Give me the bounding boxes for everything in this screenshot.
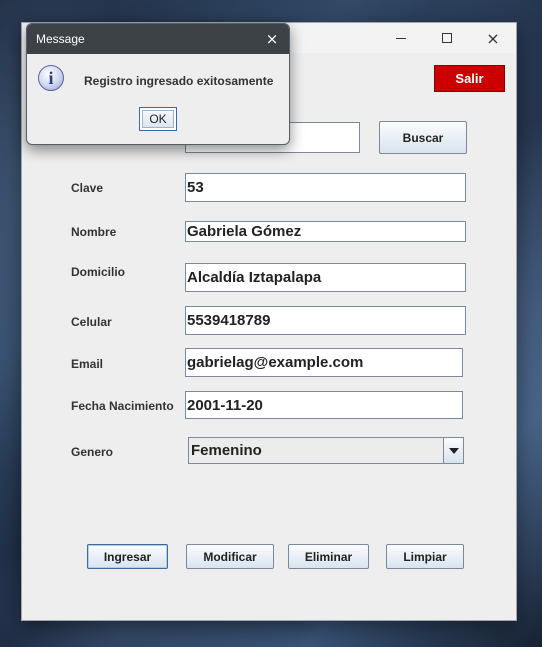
modificar-button[interactable]: Modificar	[186, 544, 274, 569]
celular-field[interactable]: 5539418789	[185, 306, 466, 335]
celular-label: Celular	[71, 315, 112, 329]
dialog-close-button[interactable]: ×	[263, 30, 281, 48]
domicilio-label: Domicilio	[71, 265, 126, 279]
buscar-button[interactable]: Buscar	[379, 121, 467, 154]
limpiar-button[interactable]: Limpiar	[386, 544, 464, 569]
minimize-button[interactable]	[378, 23, 424, 53]
close-button[interactable]: ×	[470, 23, 516, 53]
genero-select[interactable]: Femenino	[188, 437, 464, 464]
maximize-button[interactable]	[424, 23, 470, 53]
eliminar-button[interactable]: Eliminar	[288, 544, 369, 569]
ingresar-button[interactable]: Ingresar	[87, 544, 168, 569]
clave-field[interactable]: 53	[185, 173, 466, 202]
genero-selected-value: Femenino	[191, 442, 262, 459]
dialog-title: Message	[36, 32, 85, 46]
dialog-titlebar: Message	[27, 24, 289, 54]
genero-label: Genero	[71, 445, 114, 459]
message-dialog: Message × i Registro ingresado exitosame…	[26, 23, 290, 145]
info-icon-glyph: i	[48, 67, 54, 88]
dropdown-arrow-button[interactable]	[443, 438, 463, 463]
email-label: Email	[71, 357, 104, 371]
fecha-nacimiento-label: Fecha Nacimiento	[71, 399, 174, 413]
dialog-message: Registro ingresado exitosamente	[84, 74, 274, 88]
email-field[interactable]: gabrielag@example.com	[185, 348, 463, 377]
close-icon: ×	[265, 30, 279, 48]
minimize-icon	[396, 37, 406, 39]
salir-button[interactable]: Salir	[434, 65, 505, 92]
chevron-down-icon	[448, 447, 459, 454]
clave-label: Clave	[71, 181, 104, 195]
domicilio-field[interactable]: Alcaldía Iztapalapa	[185, 263, 466, 292]
info-icon: i	[38, 65, 64, 91]
ok-button[interactable]: OK	[139, 107, 177, 131]
nombre-field[interactable]: Gabriela Gómez	[185, 221, 466, 242]
fecha-nacimiento-field[interactable]: 2001-11-20	[185, 391, 463, 419]
close-icon: ×	[486, 28, 500, 48]
maximize-icon	[442, 33, 452, 43]
nombre-label: Nombre	[71, 225, 117, 239]
